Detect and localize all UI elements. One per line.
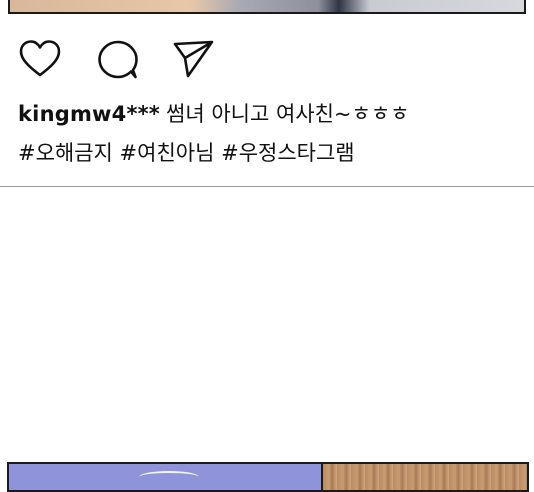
post-hashtags[interactable]: #오해금지 #여친아님 #우정스타그램	[18, 138, 355, 168]
heart-icon	[19, 40, 61, 77]
post-username[interactable]: kingmw4***	[18, 102, 160, 126]
post-divider	[0, 186, 534, 187]
panel-sky-area	[9, 464, 321, 490]
post-caption: kingmw4*** 썸녀 아니고 여사친~ㅎㅎㅎ	[18, 99, 528, 129]
like-button[interactable]	[18, 38, 62, 82]
paper-plane-icon	[173, 40, 214, 78]
share-button[interactable]	[171, 38, 215, 82]
post-message: 썸녀 아니고 여사친~ㅎㅎㅎ	[166, 102, 410, 126]
comment-button[interactable]	[96, 38, 140, 82]
comic-panel-bottom	[7, 462, 529, 492]
comic-panel-top	[8, 0, 526, 14]
comment-bubble-icon	[98, 40, 138, 79]
panel-hair-area	[321, 464, 527, 490]
